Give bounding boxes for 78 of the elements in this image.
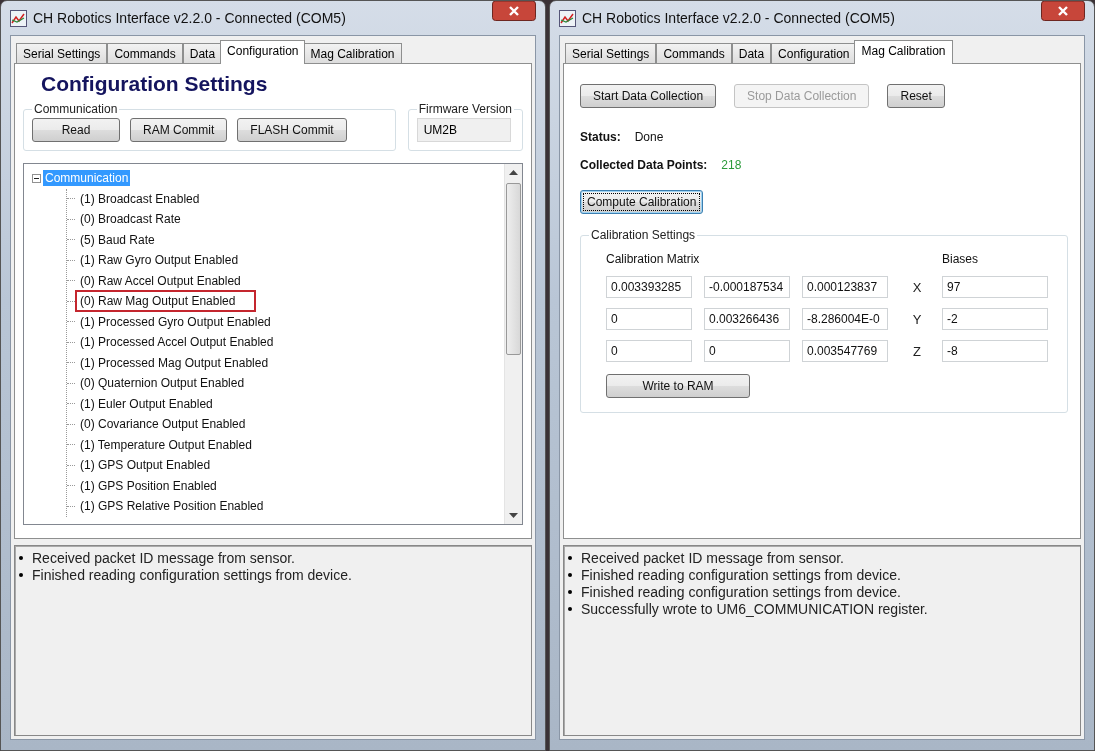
data-points-label: Collected Data Points:	[580, 158, 708, 172]
log-message: Finished reading configuration settings from device.	[581, 567, 901, 583]
bullet-icon	[19, 556, 23, 560]
window-title: CH Robotics Interface v2.2.0 - Connected (COM5)	[582, 10, 896, 26]
matrix-field[interactable]: 0	[606, 308, 692, 330]
log-message: Received packet ID message from sensor.	[32, 550, 295, 566]
firmware-field: UM2B	[416, 118, 511, 142]
tree-item[interactable]: (0) Raw Accel Output Enabled	[78, 272, 243, 289]
tree-item[interactable]: (1) Temperature Output Enabled	[78, 436, 254, 453]
close-icon[interactable]	[492, 1, 536, 21]
bullet-icon	[568, 590, 572, 594]
tree-item[interactable]: (0) Covariance Output Enabled	[78, 416, 248, 433]
tree-item[interactable]: (1) Processed Accel Output Enabled	[78, 334, 276, 351]
bias-field[interactable]: -2	[942, 308, 1048, 330]
matrix-field[interactable]: 0	[606, 340, 692, 362]
axis-label: Z	[912, 343, 922, 359]
write-button[interactable]: Write to RAM	[606, 374, 750, 398]
scroll-thumb[interactable]	[506, 183, 521, 355]
tree-item[interactable]: (1) GPS Output Enabled	[78, 457, 213, 474]
tree-item[interactable]: (0) Quaternion Output Enabled	[78, 375, 247, 392]
tree-item[interactable]: (1) Raw Gyro Output Enabled	[78, 252, 241, 269]
command-button[interactable]: Read	[32, 118, 120, 142]
chart-icon	[559, 9, 576, 27]
data-points-value: 218	[721, 158, 742, 172]
matrix-field[interactable]: 0.003393285	[606, 276, 692, 298]
tree-item[interactable]: (1) GPS Position Enabled	[78, 477, 219, 494]
close-icon[interactable]	[1041, 1, 1085, 21]
collection-button[interactable]: Reset	[887, 84, 945, 108]
tab[interactable]: Serial Settings	[565, 43, 657, 64]
biases-label: Biases	[942, 252, 980, 266]
compute-button[interactable]: Compute Calibration	[580, 190, 704, 214]
group-label: Firmware Version	[417, 102, 513, 116]
tab[interactable]: Mag Calibration	[854, 40, 953, 64]
tab[interactable]: Serial Settings	[16, 43, 108, 64]
bias-field[interactable]: -8	[942, 340, 1048, 362]
matrix-field[interactable]: -8.286004E-0	[802, 308, 888, 330]
tree-item[interactable]: (1) Processed Mag Output Enabled	[78, 354, 271, 371]
window-title: CH Robotics Interface v2.2.0 - Connected (COM5)	[33, 10, 347, 26]
axis-label: Y	[911, 311, 923, 327]
page-heading: Configuration Settings	[40, 72, 269, 96]
scroll-up-icon[interactable]	[509, 170, 518, 175]
collection-button[interactable]: Start Data Collection	[580, 84, 717, 108]
bias-field[interactable]: 97	[942, 276, 1048, 298]
tab[interactable]: Commands	[107, 43, 183, 64]
tree-item[interactable]: (0) Broadcast Rate	[78, 211, 183, 228]
matrix-field[interactable]: 0.003547769	[802, 340, 888, 362]
bullet-icon	[568, 573, 572, 577]
status-label: Status:	[580, 130, 621, 144]
tree-item[interactable]: (0) Raw Mag Output Enabled	[78, 293, 254, 310]
group-label: Communication	[33, 102, 119, 116]
tab[interactable]: Configuration	[220, 40, 306, 64]
log-message: Finished reading configuration settings from device.	[32, 567, 352, 583]
matrix-label: Calibration Matrix	[606, 252, 701, 266]
matrix-field[interactable]: 0.000123837	[802, 276, 888, 298]
bullet-icon	[568, 556, 572, 560]
tree-item[interactable]: (1) Broadcast Enabled	[78, 190, 202, 207]
scroll-down-icon[interactable]	[509, 513, 518, 518]
collapse-icon[interactable]	[32, 173, 41, 183]
status-value: Done	[634, 130, 664, 144]
log-message: Finished reading configuration settings from device.	[581, 584, 901, 600]
command-button[interactable]: FLASH Commit	[237, 118, 347, 142]
bullet-icon	[19, 573, 23, 577]
matrix-field[interactable]: 0.003266436	[704, 308, 790, 330]
log-message: Successfully wrote to UM6_COMMUNICATION register.	[581, 601, 928, 617]
matrix-field[interactable]: 0	[704, 340, 790, 362]
scrollbar[interactable]	[504, 164, 522, 524]
tree-item[interactable]: (1) Euler Output Enabled	[78, 395, 215, 412]
command-button[interactable]: RAM Commit	[130, 118, 228, 142]
tree-item[interactable]: (5) Baud Rate	[78, 231, 157, 248]
tree-item[interactable]: (1) GPS Relative Position Enabled	[78, 498, 266, 515]
matrix-field[interactable]: -0.000187534	[704, 276, 790, 298]
chart-icon	[10, 9, 27, 27]
group-label: Calibration Settings	[590, 228, 697, 242]
tab[interactable]: Commands	[656, 43, 732, 64]
axis-label: X	[911, 279, 923, 295]
log-message: Received packet ID message from sensor.	[581, 550, 844, 566]
tree-item[interactable]: (1) Processed Gyro Output Enabled	[78, 313, 273, 330]
bullet-icon	[568, 607, 572, 611]
